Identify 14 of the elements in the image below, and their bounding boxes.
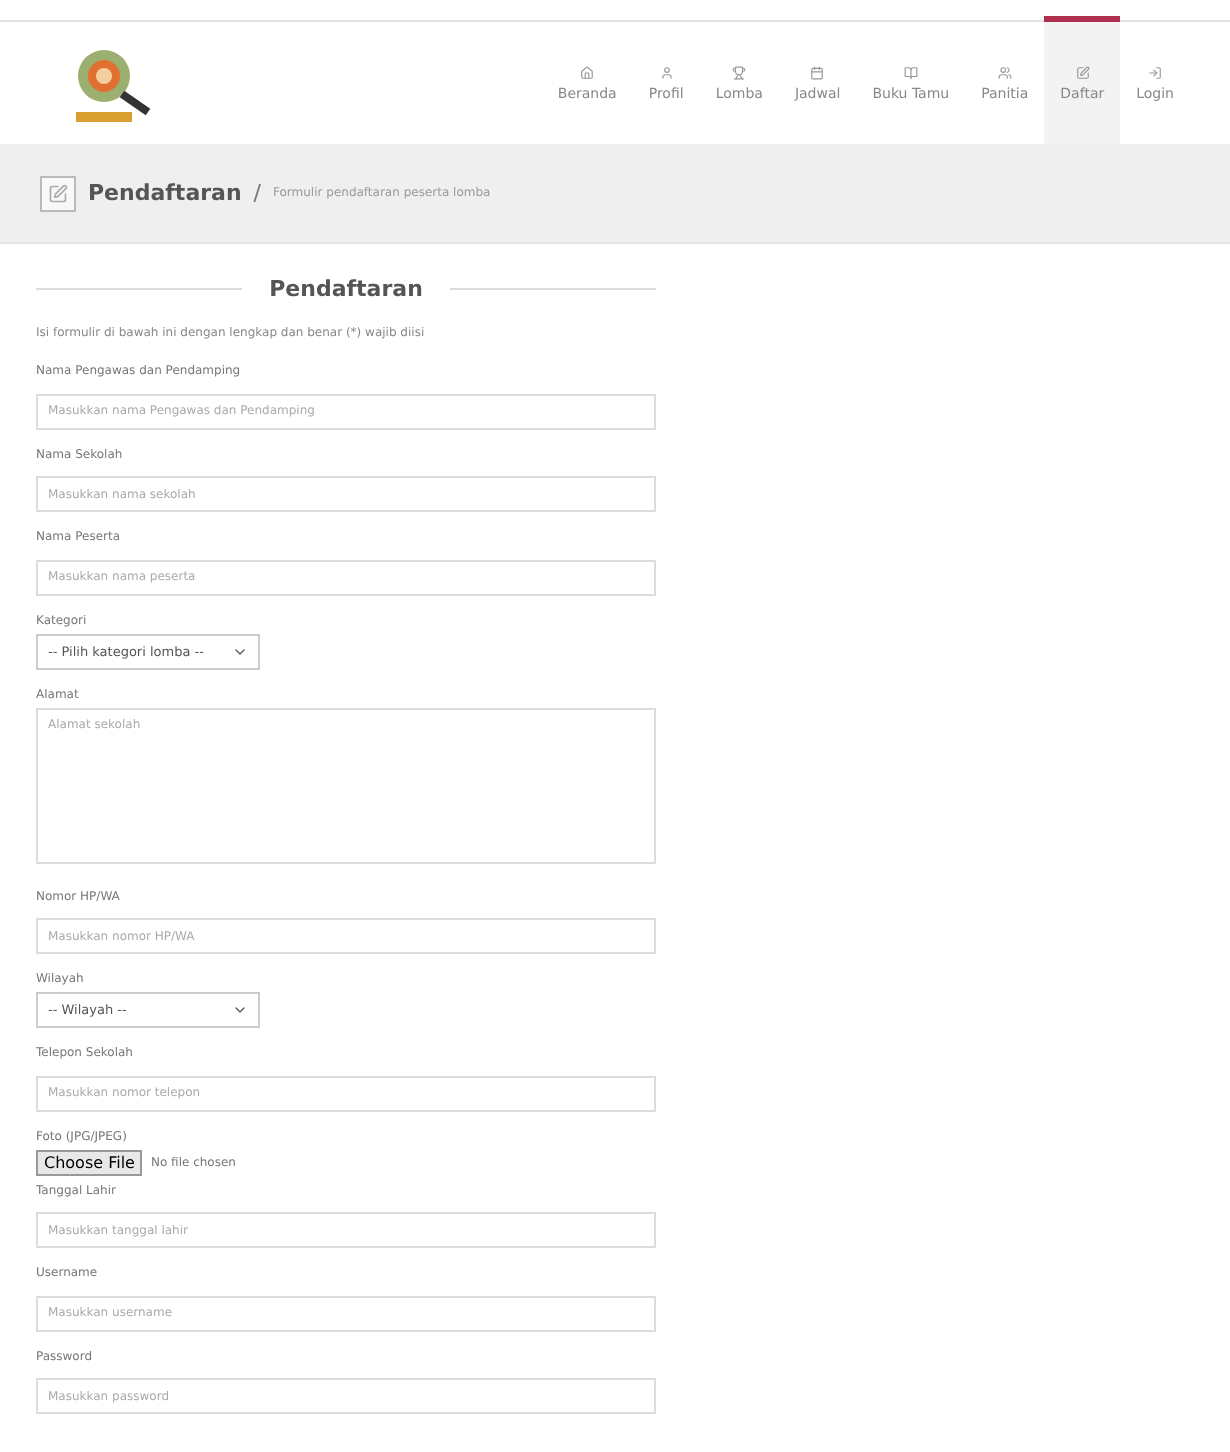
user-icon [659,65,674,79]
separator: / [253,180,262,206]
pencil-icon [40,175,76,211]
caret-icon [232,1002,248,1018]
calendar-icon [810,65,825,79]
login-icon [1148,65,1163,79]
pencil-icon [1075,65,1090,79]
people-icon [997,65,1012,79]
page-title: Pendaftaran [88,180,242,206]
home-icon [580,65,595,79]
choose-file-button[interactable]: Choose File [36,1149,143,1175]
form-title: Pendaftaran [269,276,423,302]
book-icon [903,65,918,79]
trophy-icon [732,65,747,79]
